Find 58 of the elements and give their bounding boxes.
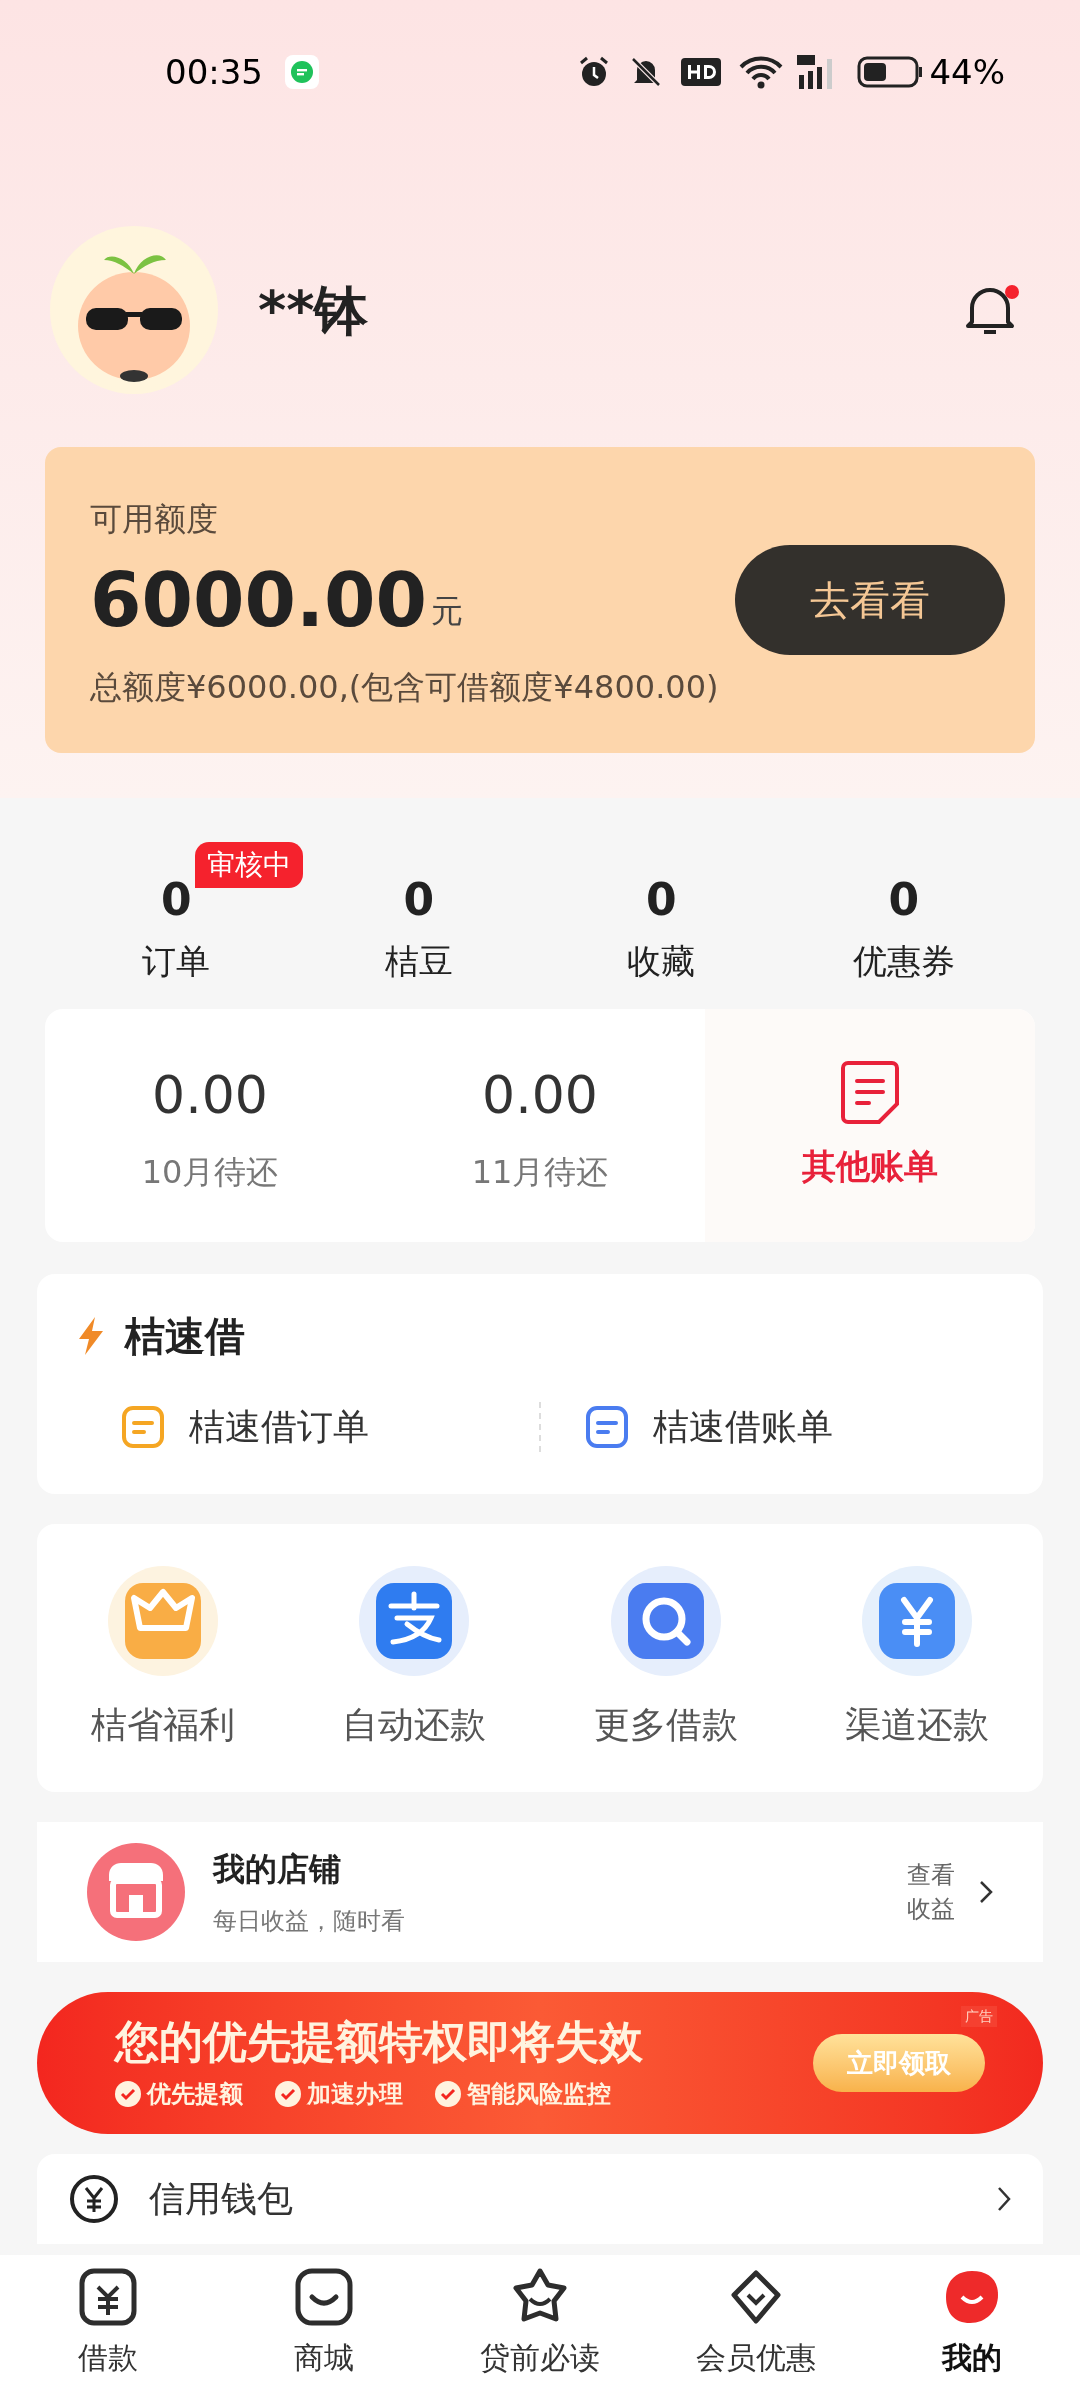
store-subtitle: 每日收益，随时看: [213, 1906, 406, 1937]
banner-headline: 您的优先提额特权即将失效: [115, 2015, 644, 2069]
service-item[interactable]: 渠道还款: [791, 1566, 1043, 1752]
bill-label: 11月待还: [471, 1151, 609, 1193]
view-earnings-link[interactable]: 查看 收益: [907, 1858, 955, 1926]
banner-feature: 加速办理: [307, 2079, 403, 2110]
service-item[interactable]: 自动还款: [288, 1566, 540, 1752]
bill-amount: 0.00: [482, 1063, 598, 1127]
check-icon: [275, 2081, 301, 2107]
battery-percent: 44%: [929, 50, 1005, 94]
stat-item[interactable]: 0 收藏: [627, 870, 696, 987]
stat-item[interactable]: 0 桔豆: [384, 870, 453, 987]
service-item[interactable]: 更多借款: [540, 1566, 792, 1752]
quick-loan-link[interactable]: 桔速借账单: [541, 1400, 1003, 1454]
credit-label: 可用额度: [90, 499, 219, 540]
shop-tab-icon: [294, 2267, 354, 2327]
store-row[interactable]: 我的店铺 每日收益，随时看 查看 收益: [37, 1822, 1043, 1962]
stat-item[interactable]: 0 优惠券: [852, 870, 955, 987]
payment-app-icon: [359, 1566, 470, 1676]
service-item[interactable]: 桔省福利: [37, 1566, 289, 1752]
loan-tab-icon: [78, 2267, 138, 2327]
tab-item[interactable]: 会员优惠: [648, 2267, 864, 2400]
check-icon: [435, 2081, 461, 2107]
status-badge: 审核中: [195, 842, 303, 888]
credit-summary: 总额度¥6000.00,(包含可借额度¥4800.00): [90, 667, 720, 708]
crown-icon: [107, 1566, 218, 1676]
bill-amount: 0.00: [152, 1063, 268, 1127]
check-icon: [115, 2081, 141, 2107]
credit-wallet-row[interactable]: 信用钱包: [37, 2154, 1043, 2244]
credit-amount: 6000.00: [90, 563, 428, 637]
chevron-right-icon: [979, 1880, 993, 1904]
tab-item[interactable]: 我的: [864, 2267, 1080, 2400]
chevron-right-icon: [997, 2186, 1011, 2212]
banner-feature: 优先提额: [147, 2079, 243, 2110]
ad-tag: 广告: [961, 2006, 997, 2027]
store-title: 我的店铺: [213, 1849, 342, 1890]
other-bills-link[interactable]: 其他账单: [802, 1141, 938, 1192]
tab-item[interactable]: 商城: [216, 2267, 432, 2400]
quick-loan-link[interactable]: 桔速借订单: [77, 1400, 539, 1454]
user-name: **钵: [258, 277, 369, 344]
storefront-icon: [87, 1843, 185, 1941]
yen-circle-icon: [69, 2174, 119, 2224]
currency-unit: 元: [431, 591, 464, 632]
message-app-icon: [285, 55, 319, 89]
document-icon: [840, 1059, 900, 1125]
yen-icon: [862, 1566, 973, 1676]
section-title: 桔速借: [125, 1312, 245, 1361]
tab-item[interactable]: 贷前必读: [432, 2267, 648, 2400]
view-button[interactable]: 去看看: [735, 545, 1005, 655]
battery-icon: [857, 56, 924, 88]
banner-feature: 智能风险监控: [467, 2079, 611, 2110]
lightning-icon: [77, 1317, 105, 1355]
wifi-icon: [739, 55, 784, 89]
search-icon: [610, 1566, 721, 1676]
status-time: 00:35: [165, 50, 263, 94]
tab-item[interactable]: 借款: [0, 2267, 216, 2400]
bill-label: 10月待还: [141, 1151, 279, 1193]
hd-icon: [681, 58, 722, 86]
